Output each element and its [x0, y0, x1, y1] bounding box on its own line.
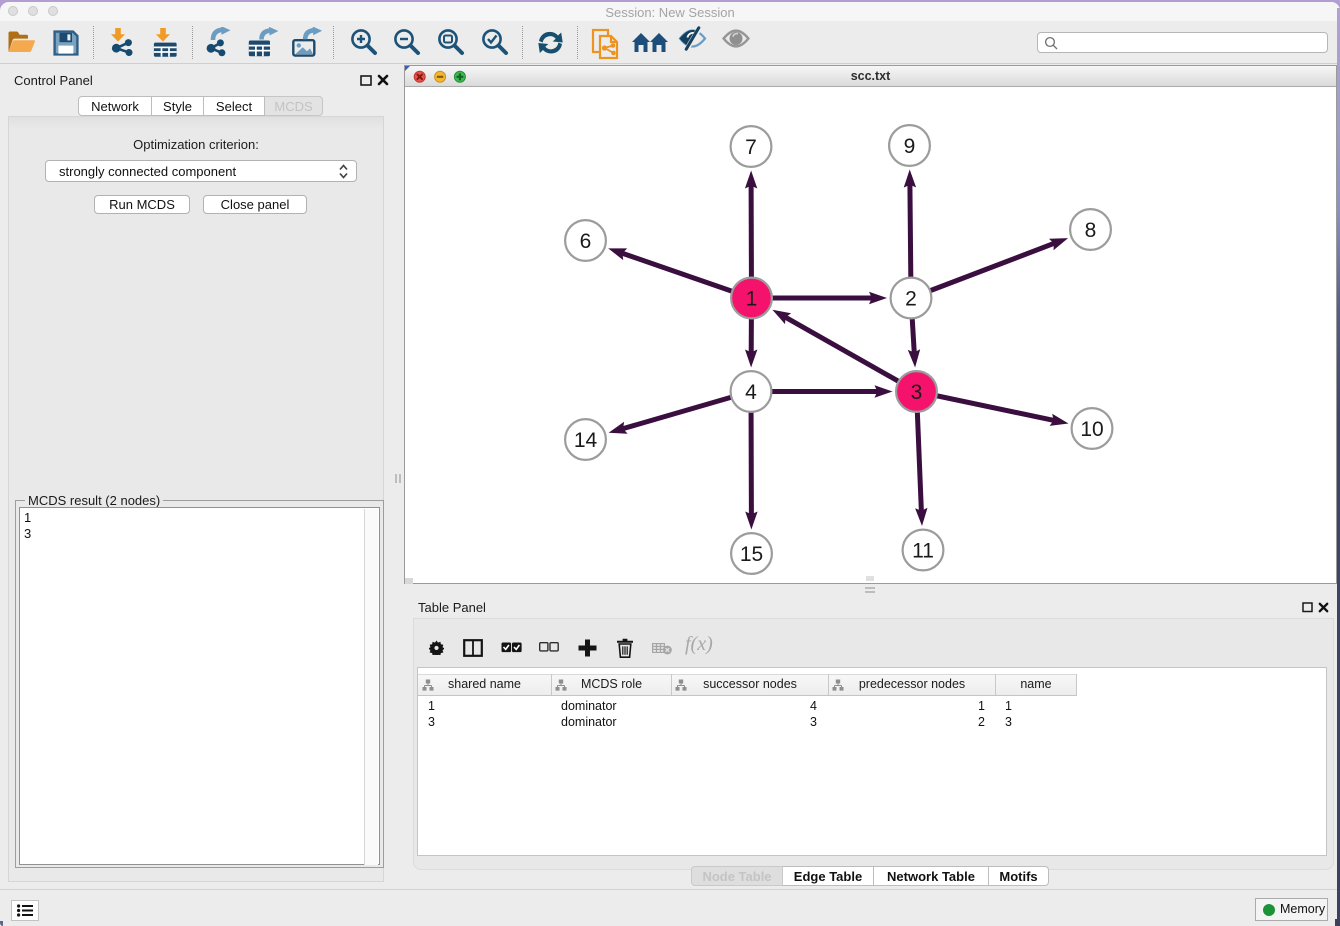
svg-text:15: 15: [740, 543, 763, 566]
svg-text:9: 9: [904, 135, 916, 158]
svg-text:3: 3: [911, 381, 923, 404]
svg-text:4: 4: [745, 381, 757, 404]
svg-text:7: 7: [745, 136, 757, 159]
svg-text:1: 1: [746, 288, 758, 311]
svg-text:10: 10: [1080, 418, 1103, 441]
svg-text:6: 6: [580, 230, 592, 253]
svg-text:11: 11: [912, 540, 934, 563]
svg-text:8: 8: [1085, 219, 1097, 242]
svg-text:2: 2: [905, 288, 917, 311]
svg-text:14: 14: [574, 429, 598, 452]
